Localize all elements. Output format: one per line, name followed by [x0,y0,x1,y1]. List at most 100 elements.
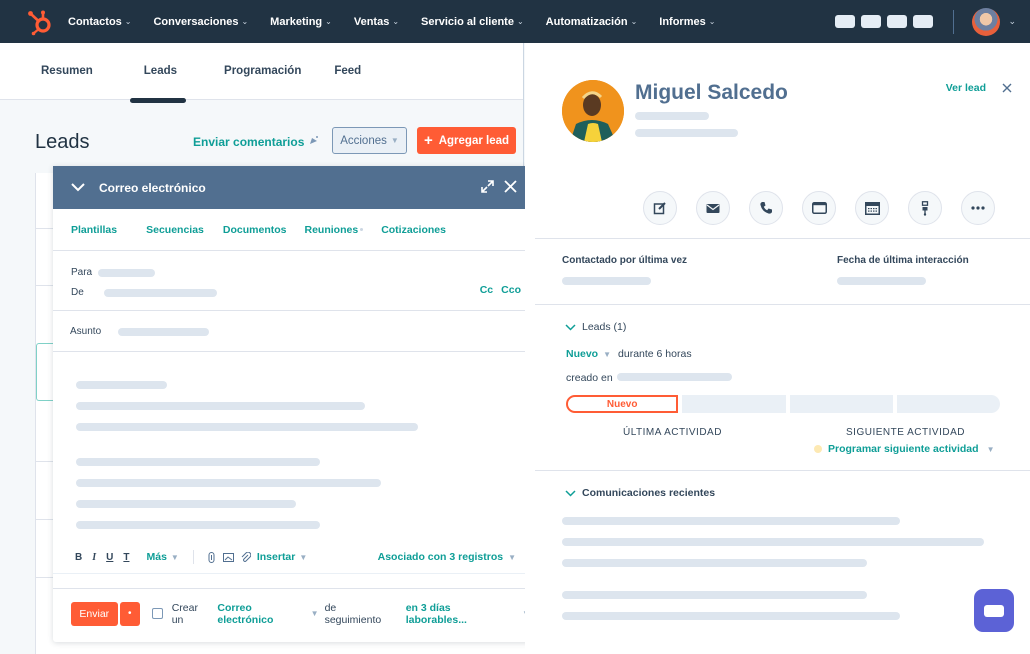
associations-dropdown[interactable]: Asociado con 3 registros ▼ [378,551,516,563]
chat-launcher-button[interactable] [974,589,1014,632]
caret-down-icon: ▼ [310,609,319,618]
nav-ventas[interactable]: Ventas ⌄ [354,16,399,28]
user-avatar[interactable] [972,7,1001,36]
section-divider [535,470,1030,471]
tab-documentos[interactable]: Documentos [223,224,287,236]
tab-resumen[interactable]: Resumen [41,65,93,77]
composer-footer: Enviar • Crear un Correo electrónico ▼ de… [53,588,536,638]
nav-conversaciones[interactable]: Conversaciones ⌄ [153,16,248,28]
nav-informes[interactable]: Informes ⌄ [659,16,715,28]
cc-link[interactable]: Cc [480,284,493,296]
tab-plantillas[interactable]: Plantillas [71,224,117,236]
close-icon[interactable] [1002,83,1012,93]
close-icon[interactable] [504,180,517,193]
tab-programacion[interactable]: Programación [224,65,301,77]
schedule-next-activity-dropdown[interactable]: Programar siguiente actividad ▼ [814,443,994,455]
next-activity-label: SIGUIENTE ACTIVIDAD [846,427,965,438]
collapse-chevron-icon[interactable] [71,183,85,192]
lead-status-dropdown[interactable]: Nuevo [566,348,598,360]
tab-secuencias[interactable]: Secuencias [146,224,204,236]
last-contacted-label: Contactado por última vez [562,255,688,266]
send-options-button[interactable]: • [119,601,140,626]
status-duration: durante 6 horas [618,348,692,360]
subject-input[interactable] [118,328,209,336]
call-button[interactable] [749,191,783,225]
nav-utility-button[interactable] [861,15,882,28]
followup-type-dropdown[interactable]: Correo electrónico ▼ [217,602,318,626]
recipient-fields: Para De Cc Cco [53,251,536,311]
nav-utility-button[interactable] [835,15,856,28]
send-feedback-link[interactable]: Enviar comentarios [193,135,304,149]
created-value [617,373,732,381]
caret-down-icon: ▼ [986,444,995,454]
nav-servicio-al-cliente[interactable]: Servicio al cliente ⌄ [421,16,524,28]
from-field[interactable] [104,289,217,297]
followup-when-dropdown[interactable]: en 3 días laborables...▼ [406,602,530,626]
attachment-icon[interactable] [240,551,251,563]
composer-header: Correo electrónico [53,166,536,209]
pipeline-stage[interactable] [896,395,1000,413]
last-engagement-value [837,277,926,285]
link-icon[interactable] [206,551,217,563]
contact-detail-placeholder [635,112,709,120]
nav-marketing[interactable]: Marketing ⌄ [270,16,332,28]
create-followup-checkbox[interactable] [151,608,163,619]
pipeline-stage-active[interactable]: Nuevo [566,395,679,413]
followup-middle-text: de seguimiento [324,601,382,626]
chevron-down-icon: ⌄ [516,17,524,26]
expand-icon[interactable] [481,180,494,193]
actions-dropdown[interactable]: Acciones ▼ [332,127,407,154]
leads-section-toggle[interactable]: Leads (1) [565,321,626,333]
tab-leads[interactable]: Leads [144,65,177,77]
nav-utility-button[interactable] [913,15,934,28]
sequence-button[interactable] [908,191,942,225]
task-button[interactable] [802,191,836,225]
chevron-down-icon [565,489,576,497]
nav-contactos[interactable]: Contactos ⌄ [68,16,131,28]
section-divider [535,238,1030,239]
email-icon [706,203,720,213]
add-lead-button[interactable]: + Agregar lead [417,127,516,154]
email-composer: Correo electrónico Plantillas Secuencias… [53,166,536,642]
bold-button[interactable]: B [75,552,82,563]
nav-automatizacion[interactable]: Automatización ⌄ [546,16,638,28]
email-button[interactable] [696,191,730,225]
email-body[interactable]: B I U T Más ▼ Insertar ▼ Asociado con 3 re… [53,352,536,574]
pipeline-stage[interactable] [789,395,893,413]
nav-utility-button[interactable] [887,15,908,28]
tab-reuniones[interactable]: Reuniones [305,224,359,236]
tab-feed[interactable]: Feed [334,65,361,77]
italic-button[interactable]: I [92,552,96,563]
more-dropdown[interactable]: Más ▼ [146,551,178,563]
more-actions-button[interactable] [961,191,995,225]
chevron-down-icon: ⌄ [708,17,716,26]
pipeline-stage[interactable] [682,395,786,413]
to-field[interactable] [98,269,155,277]
bcc-link[interactable]: Cco [501,284,521,296]
note-icon [653,202,666,215]
last-activity-label: ÚLTIMA ACTIVIDAD [623,427,722,438]
note-button[interactable] [643,191,677,225]
chevron-down-icon [565,323,576,331]
sequence-icon [921,200,929,216]
insert-dropdown[interactable]: Insertar ▼ [257,551,307,563]
workspace-tabs: Resumen Leads Programación Feed [0,43,523,103]
contact-avatar [562,80,624,142]
underline-button[interactable]: U [106,552,113,563]
send-button[interactable]: Enviar [71,601,118,626]
hubspot-logo-icon[interactable] [26,8,54,36]
task-icon [811,202,827,214]
clear-format-button[interactable]: T [123,552,129,563]
lead-status: Nuevo ▼ durante 6 horas [566,348,692,360]
lead-pipeline: Nuevo [566,395,1000,413]
chevron-down-icon[interactable]: ⌄ [1008,16,1016,27]
image-icon[interactable] [222,552,234,563]
tab-cotizaciones[interactable]: Cotizaciones [381,224,446,236]
meeting-button[interactable] [855,191,889,225]
view-lead-link[interactable]: Ver lead [946,82,986,94]
communications-section-toggle[interactable]: Comunicaciones recientes [565,487,715,499]
caret-down-icon: ▼ [508,552,516,562]
body-placeholder-line [76,521,320,529]
communication-placeholder-line [562,538,984,546]
body-placeholder-line [76,381,167,389]
